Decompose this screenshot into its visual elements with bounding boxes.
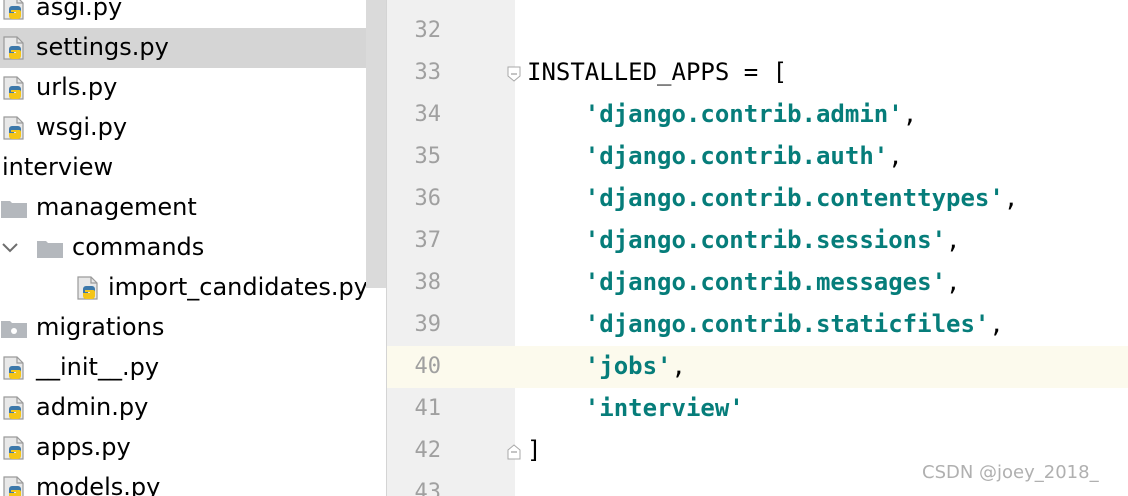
line-number: 32	[414, 18, 442, 43]
string-literal: 'django.contrib.messages'	[584, 268, 947, 296]
code-text: 'django.contrib.admin',	[584, 100, 918, 128]
code-text: 'django.contrib.contenttypes',	[584, 184, 1019, 212]
tree-item-label: urls.py	[36, 73, 118, 101]
code-text: 'django.contrib.messages',	[584, 268, 961, 296]
python-file-icon	[0, 0, 28, 26]
folder-icon	[0, 194, 28, 226]
tree-item-label: migrations	[36, 313, 165, 341]
line-number: 35	[414, 144, 442, 169]
python-file-icon	[0, 34, 28, 66]
code-line[interactable]: 35 'django.contrib.auth',	[387, 136, 1128, 178]
tree-item-admin-py[interactable]: admin.py	[0, 388, 387, 428]
fold-start-icon[interactable]	[506, 65, 522, 87]
line-number: 42	[414, 438, 442, 463]
project-tree: asgi.py settings.py urls.py wsgi.py intervie…	[0, 0, 387, 496]
tree-item-wsgi-py[interactable]: wsgi.py	[0, 108, 387, 148]
tree-item-apps-py[interactable]: apps.py	[0, 428, 387, 468]
python-file-icon	[0, 434, 28, 466]
line-number: 37	[414, 228, 442, 253]
code-line[interactable]: 41 'interview'	[387, 388, 1128, 430]
string-literal: 'django.contrib.staticfiles'	[584, 310, 990, 338]
tree-item-settings-py[interactable]: settings.py	[0, 28, 366, 68]
python-file-icon	[0, 354, 28, 386]
code-line[interactable]: 36 'django.contrib.contenttypes',	[387, 178, 1128, 220]
line-number: 34	[414, 102, 442, 127]
tree-item-label: settings.py	[36, 33, 169, 61]
tree-item-urls-py[interactable]: urls.py	[0, 68, 387, 108]
line-number: 39	[414, 312, 442, 337]
project-tree-scrollbar[interactable]	[366, 0, 386, 288]
tree-item-management[interactable]: management	[0, 188, 387, 228]
tree-item-label: wsgi.py	[36, 113, 128, 141]
tree-item-label: commands	[72, 233, 205, 261]
fold-end-icon[interactable]	[506, 443, 522, 465]
python-file-icon	[0, 474, 28, 496]
code-text: 'interview'	[527, 393, 744, 423]
chevron-down-icon[interactable]	[0, 238, 20, 262]
string-literal: 'jobs'	[584, 352, 672, 380]
code-editor[interactable]: 32 33 INSTALLED_APPS = [ 34 'django.contrib…	[387, 0, 1128, 496]
python-file-icon	[0, 114, 28, 146]
code-text: INSTALLED_APPS = [	[527, 58, 788, 86]
python-file-icon	[0, 74, 28, 106]
code-line[interactable]: 33 INSTALLED_APPS = [	[387, 52, 1128, 94]
tree-item-label: apps.py	[36, 433, 131, 461]
line-number: 43	[414, 480, 442, 496]
line-number: 38	[414, 270, 442, 295]
code-text: 'django.contrib.auth',	[584, 142, 903, 170]
tree-item-asgi-py[interactable]: asgi.py	[0, 0, 387, 28]
line-number: 41	[414, 396, 442, 421]
code-text: 'jobs',	[584, 352, 686, 380]
line-number: 40	[414, 354, 442, 379]
code-line[interactable]: 37 'django.contrib.sessions',	[387, 220, 1128, 262]
code-line[interactable]: 32	[387, 10, 1128, 52]
python-file-icon	[0, 394, 28, 426]
code-line[interactable]: 34 'django.contrib.admin',	[387, 94, 1128, 136]
tree-item-label: management	[36, 193, 197, 221]
string-literal: 'django.contrib.admin'	[584, 100, 903, 128]
tree-item-label: asgi.py	[36, 0, 123, 21]
watermark: CSDN @joey_2018_	[922, 462, 1099, 483]
folder-icon	[36, 234, 64, 266]
line-number: 36	[414, 186, 442, 211]
code-text: 'django.contrib.sessions',	[584, 226, 961, 254]
tree-item-label: interview	[2, 153, 114, 181]
tree-item-import-candidates-py[interactable]: import_candidates.py	[0, 268, 387, 308]
tree-item-interview[interactable]: interview	[0, 148, 387, 188]
python-file-icon	[74, 274, 102, 306]
string-literal: 'django.contrib.contenttypes'	[584, 184, 1004, 212]
string-literal: 'interview'	[584, 394, 744, 422]
code-line[interactable]: 38 'django.contrib.messages',	[387, 262, 1128, 304]
tree-item-models-py[interactable]: models.py	[0, 468, 387, 496]
code-text: ]	[527, 436, 542, 464]
code-line[interactable]: 39 'django.contrib.staticfiles',	[387, 304, 1128, 346]
tree-item-init-py[interactable]: __init__.py	[0, 348, 387, 388]
code-line[interactable]: 40 'jobs',	[387, 346, 1128, 388]
tree-item-label: __init__.py	[36, 353, 160, 381]
tree-item-label: import_candidates.py	[108, 273, 368, 301]
package-folder-icon	[0, 314, 28, 346]
tree-item-label: admin.py	[36, 393, 149, 421]
string-literal: 'django.contrib.sessions'	[584, 226, 947, 254]
tree-item-label: models.py	[36, 473, 161, 496]
tree-item-migrations[interactable]: migrations	[0, 308, 387, 348]
tree-item-commands[interactable]: commands	[0, 228, 387, 268]
string-literal: 'django.contrib.auth'	[584, 142, 889, 170]
line-number: 33	[414, 60, 442, 85]
code-text: 'django.contrib.staticfiles',	[584, 310, 1004, 338]
